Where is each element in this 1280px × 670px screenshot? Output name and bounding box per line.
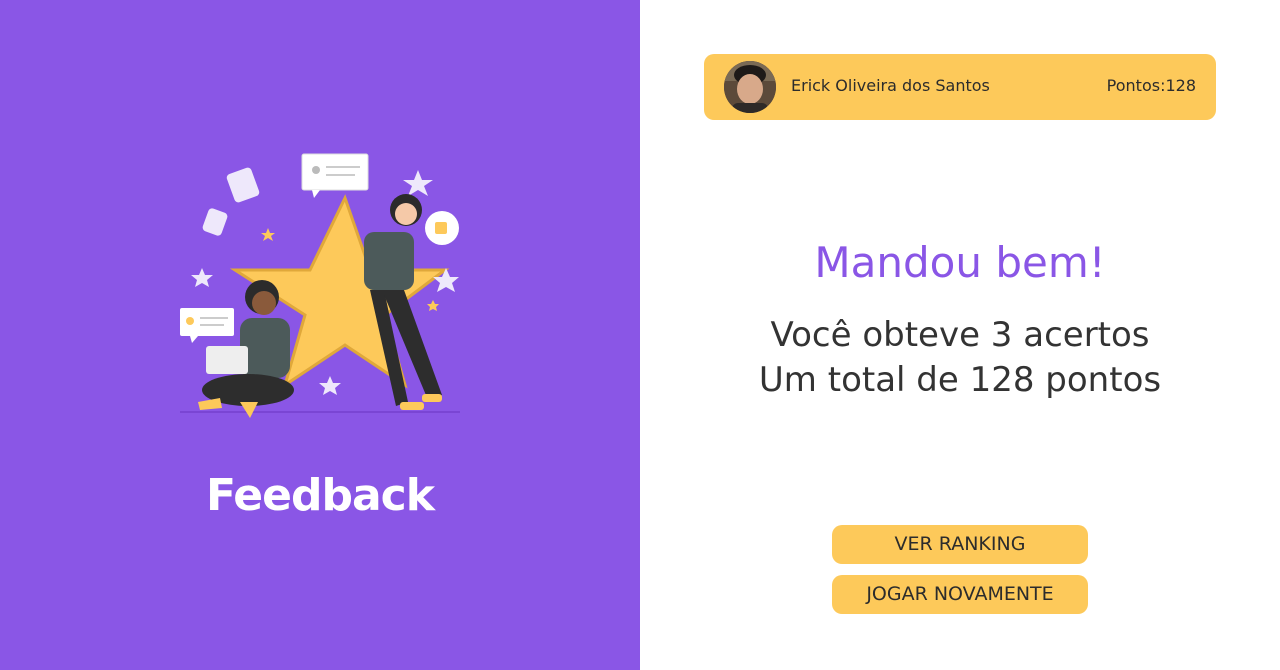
feedback-message: Mandou bem!: [814, 238, 1106, 287]
feedback-total-score: Um total de 128 pontos: [758, 360, 1162, 400]
right-panel: Erick Oliveira dos Santos Pontos:128 Man…: [640, 0, 1280, 670]
player-header: Erick Oliveira dos Santos Pontos:128: [704, 54, 1216, 120]
feedback-illustration-icon: [160, 140, 480, 430]
left-panel: Feedback: [0, 0, 640, 670]
player-score: Pontos:128: [1106, 76, 1196, 95]
feedback-page: Feedback Erick Oliveira dos Santos Ponto…: [0, 0, 1280, 670]
avatar: [724, 61, 776, 113]
feedback-total-question: Você obteve 3 acertos: [770, 315, 1150, 355]
play-again-button[interactable]: JOGAR NOVAMENTE: [832, 575, 1088, 614]
left-title: Feedback: [206, 470, 435, 521]
player-name: Erick Oliveira dos Santos: [791, 76, 990, 95]
ranking-button[interactable]: VER RANKING: [832, 525, 1088, 564]
